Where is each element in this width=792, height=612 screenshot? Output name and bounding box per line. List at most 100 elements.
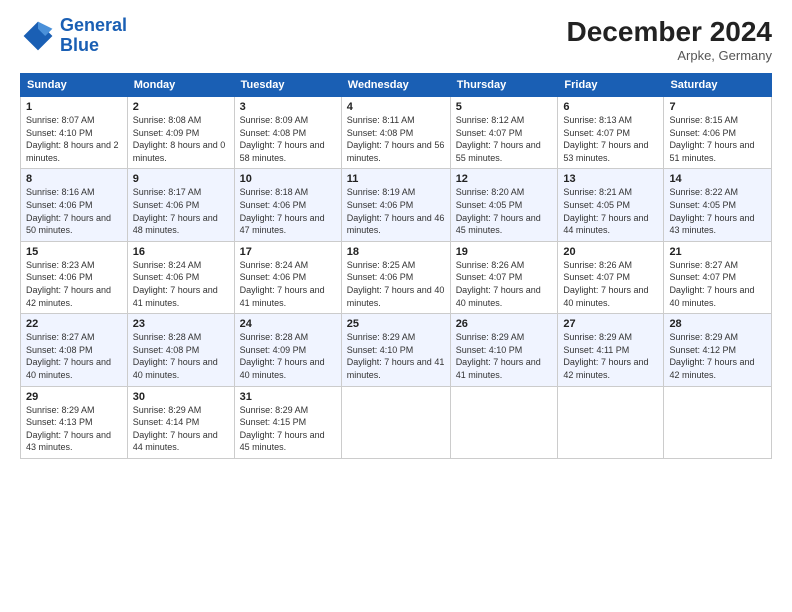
day-info: Sunrise: 8:11 AMSunset: 4:08 PMDaylight:…	[347, 114, 445, 164]
day-info: Sunrise: 8:26 AMSunset: 4:07 PMDaylight:…	[563, 259, 658, 309]
day-info: Sunrise: 8:25 AMSunset: 4:06 PMDaylight:…	[347, 259, 445, 309]
day-number: 19	[456, 246, 553, 258]
day-info: Sunrise: 8:29 AMSunset: 4:10 PMDaylight:…	[456, 331, 553, 381]
day-number: 15	[26, 246, 122, 258]
calendar-cell: 20Sunrise: 8:26 AMSunset: 4:07 PMDayligh…	[558, 241, 664, 313]
day-info: Sunrise: 8:21 AMSunset: 4:05 PMDaylight:…	[563, 186, 658, 236]
calendar-cell	[341, 386, 450, 458]
calendar-cell	[664, 386, 772, 458]
calendar-cell: 3Sunrise: 8:09 AMSunset: 4:08 PMDaylight…	[234, 97, 341, 169]
calendar-week-row: 22Sunrise: 8:27 AMSunset: 4:08 PMDayligh…	[21, 314, 772, 386]
calendar-cell: 11Sunrise: 8:19 AMSunset: 4:06 PMDayligh…	[341, 169, 450, 241]
month-title: December 2024	[567, 16, 772, 48]
day-number: 13	[563, 173, 658, 185]
day-number: 1	[26, 101, 122, 113]
page: General Blue December 2024 Arpke, German…	[0, 0, 792, 612]
day-info: Sunrise: 8:27 AMSunset: 4:07 PMDaylight:…	[669, 259, 766, 309]
day-number: 2	[133, 101, 229, 113]
day-info: Sunrise: 8:08 AMSunset: 4:09 PMDaylight:…	[133, 114, 229, 164]
calendar-cell: 16Sunrise: 8:24 AMSunset: 4:06 PMDayligh…	[127, 241, 234, 313]
day-info: Sunrise: 8:12 AMSunset: 4:07 PMDaylight:…	[456, 114, 553, 164]
calendar-cell: 9Sunrise: 8:17 AMSunset: 4:06 PMDaylight…	[127, 169, 234, 241]
day-info: Sunrise: 8:29 AMSunset: 4:14 PMDaylight:…	[133, 404, 229, 454]
calendar-cell: 12Sunrise: 8:20 AMSunset: 4:05 PMDayligh…	[450, 169, 558, 241]
day-number: 29	[26, 391, 122, 403]
calendar-week-row: 8Sunrise: 8:16 AMSunset: 4:06 PMDaylight…	[21, 169, 772, 241]
day-info: Sunrise: 8:17 AMSunset: 4:06 PMDaylight:…	[133, 186, 229, 236]
weekday-header: Sunday	[21, 74, 128, 97]
day-info: Sunrise: 8:07 AMSunset: 4:10 PMDaylight:…	[26, 114, 122, 164]
calendar-table: SundayMondayTuesdayWednesdayThursdayFrid…	[20, 73, 772, 459]
calendar-cell: 4Sunrise: 8:11 AMSunset: 4:08 PMDaylight…	[341, 97, 450, 169]
logo-text: General Blue	[60, 16, 127, 56]
day-number: 18	[347, 246, 445, 258]
day-info: Sunrise: 8:22 AMSunset: 4:05 PMDaylight:…	[669, 186, 766, 236]
calendar-week-row: 1Sunrise: 8:07 AMSunset: 4:10 PMDaylight…	[21, 97, 772, 169]
calendar-cell: 24Sunrise: 8:28 AMSunset: 4:09 PMDayligh…	[234, 314, 341, 386]
logo: General Blue	[20, 16, 127, 56]
day-info: Sunrise: 8:29 AMSunset: 4:11 PMDaylight:…	[563, 331, 658, 381]
day-info: Sunrise: 8:26 AMSunset: 4:07 PMDaylight:…	[456, 259, 553, 309]
calendar-cell: 17Sunrise: 8:24 AMSunset: 4:06 PMDayligh…	[234, 241, 341, 313]
day-number: 12	[456, 173, 553, 185]
day-info: Sunrise: 8:15 AMSunset: 4:06 PMDaylight:…	[669, 114, 766, 164]
header: General Blue December 2024 Arpke, German…	[20, 16, 772, 63]
day-number: 11	[347, 173, 445, 185]
day-info: Sunrise: 8:13 AMSunset: 4:07 PMDaylight:…	[563, 114, 658, 164]
day-info: Sunrise: 8:16 AMSunset: 4:06 PMDaylight:…	[26, 186, 122, 236]
day-number: 31	[240, 391, 336, 403]
calendar-cell	[450, 386, 558, 458]
calendar-cell: 22Sunrise: 8:27 AMSunset: 4:08 PMDayligh…	[21, 314, 128, 386]
calendar-cell: 14Sunrise: 8:22 AMSunset: 4:05 PMDayligh…	[664, 169, 772, 241]
day-number: 10	[240, 173, 336, 185]
day-number: 5	[456, 101, 553, 113]
day-info: Sunrise: 8:29 AMSunset: 4:10 PMDaylight:…	[347, 331, 445, 381]
calendar-cell: 13Sunrise: 8:21 AMSunset: 4:05 PMDayligh…	[558, 169, 664, 241]
calendar-cell: 2Sunrise: 8:08 AMSunset: 4:09 PMDaylight…	[127, 97, 234, 169]
calendar-cell: 28Sunrise: 8:29 AMSunset: 4:12 PMDayligh…	[664, 314, 772, 386]
calendar-cell: 23Sunrise: 8:28 AMSunset: 4:08 PMDayligh…	[127, 314, 234, 386]
day-number: 6	[563, 101, 658, 113]
day-info: Sunrise: 8:18 AMSunset: 4:06 PMDaylight:…	[240, 186, 336, 236]
calendar-cell: 10Sunrise: 8:18 AMSunset: 4:06 PMDayligh…	[234, 169, 341, 241]
calendar-cell: 8Sunrise: 8:16 AMSunset: 4:06 PMDaylight…	[21, 169, 128, 241]
calendar-cell: 5Sunrise: 8:12 AMSunset: 4:07 PMDaylight…	[450, 97, 558, 169]
day-info: Sunrise: 8:19 AMSunset: 4:06 PMDaylight:…	[347, 186, 445, 236]
day-number: 21	[669, 246, 766, 258]
calendar-cell: 18Sunrise: 8:25 AMSunset: 4:06 PMDayligh…	[341, 241, 450, 313]
title-block: December 2024 Arpke, Germany	[567, 16, 772, 63]
day-info: Sunrise: 8:27 AMSunset: 4:08 PMDaylight:…	[26, 331, 122, 381]
calendar-cell: 31Sunrise: 8:29 AMSunset: 4:15 PMDayligh…	[234, 386, 341, 458]
day-info: Sunrise: 8:28 AMSunset: 4:09 PMDaylight:…	[240, 331, 336, 381]
calendar-cell: 1Sunrise: 8:07 AMSunset: 4:10 PMDaylight…	[21, 97, 128, 169]
day-info: Sunrise: 8:24 AMSunset: 4:06 PMDaylight:…	[133, 259, 229, 309]
day-info: Sunrise: 8:23 AMSunset: 4:06 PMDaylight:…	[26, 259, 122, 309]
calendar-cell: 26Sunrise: 8:29 AMSunset: 4:10 PMDayligh…	[450, 314, 558, 386]
calendar-cell: 7Sunrise: 8:15 AMSunset: 4:06 PMDaylight…	[664, 97, 772, 169]
calendar-cell: 15Sunrise: 8:23 AMSunset: 4:06 PMDayligh…	[21, 241, 128, 313]
calendar-week-row: 29Sunrise: 8:29 AMSunset: 4:13 PMDayligh…	[21, 386, 772, 458]
calendar-cell	[558, 386, 664, 458]
day-number: 20	[563, 246, 658, 258]
calendar-cell: 29Sunrise: 8:29 AMSunset: 4:13 PMDayligh…	[21, 386, 128, 458]
calendar-cell: 30Sunrise: 8:29 AMSunset: 4:14 PMDayligh…	[127, 386, 234, 458]
weekday-header: Saturday	[664, 74, 772, 97]
day-number: 16	[133, 246, 229, 258]
calendar-cell: 25Sunrise: 8:29 AMSunset: 4:10 PMDayligh…	[341, 314, 450, 386]
day-info: Sunrise: 8:20 AMSunset: 4:05 PMDaylight:…	[456, 186, 553, 236]
day-number: 25	[347, 318, 445, 330]
weekday-header: Friday	[558, 74, 664, 97]
day-number: 3	[240, 101, 336, 113]
day-number: 14	[669, 173, 766, 185]
day-number: 23	[133, 318, 229, 330]
day-number: 27	[563, 318, 658, 330]
day-info: Sunrise: 8:29 AMSunset: 4:12 PMDaylight:…	[669, 331, 766, 381]
day-info: Sunrise: 8:24 AMSunset: 4:06 PMDaylight:…	[240, 259, 336, 309]
day-number: 17	[240, 246, 336, 258]
day-number: 4	[347, 101, 445, 113]
calendar-header-row: SundayMondayTuesdayWednesdayThursdayFrid…	[21, 74, 772, 97]
weekday-header: Thursday	[450, 74, 558, 97]
day-number: 22	[26, 318, 122, 330]
day-info: Sunrise: 8:29 AMSunset: 4:15 PMDaylight:…	[240, 404, 336, 454]
logo-icon	[20, 18, 56, 54]
